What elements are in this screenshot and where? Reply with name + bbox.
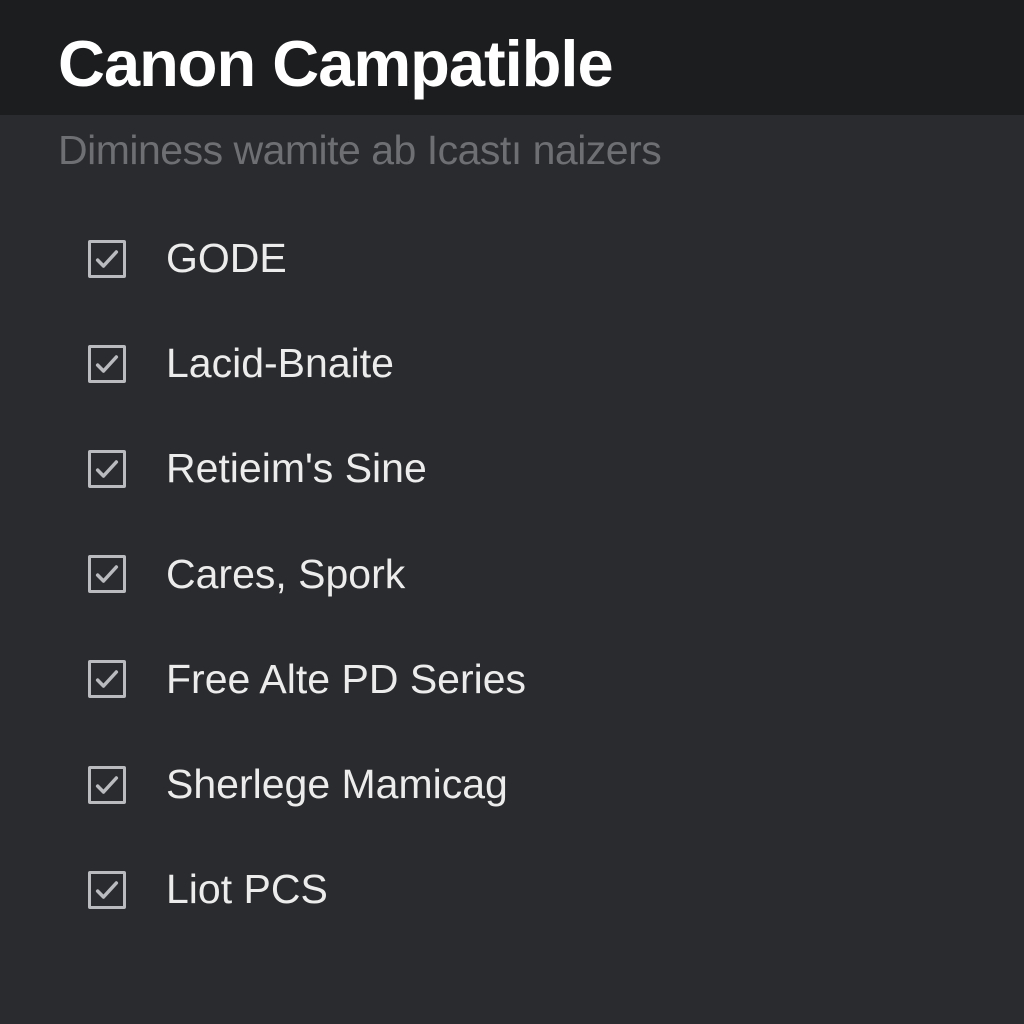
list-item: Lacid-Bnaite [88,339,966,388]
checkbox[interactable] [88,871,126,909]
item-label: GODE [166,234,287,283]
checkmark-icon [93,455,121,483]
item-label: Free Alte PD Series [166,655,526,704]
subtitle-wrap: Diminess wamite ab Icastı naizers [0,115,1024,174]
item-label: Lacid-Bnaite [166,339,394,388]
checkmark-icon [93,771,121,799]
page-title: Canon Campatible [58,28,966,100]
checkbox[interactable] [88,766,126,804]
checkmark-icon [93,665,121,693]
item-label: Cares, Spork [166,550,405,599]
checkbox[interactable] [88,240,126,278]
checkmark-icon [93,560,121,588]
checkmark-icon [93,350,121,378]
checkbox[interactable] [88,555,126,593]
checkbox[interactable] [88,450,126,488]
item-label: Liot PCS [166,865,328,914]
item-label: Sherlege Mamicag [166,760,508,809]
checkmark-icon [93,876,121,904]
list-item: Retieim's Sine [88,444,966,493]
page-subtitle: Diminess wamite ab Icastı naizers [58,127,966,174]
list-item: Liot PCS [88,865,966,914]
list-item: Sherlege Mamicag [88,760,966,809]
header-bar: Canon Campatible [0,0,1024,115]
list-item: GODE [88,234,966,283]
item-label: Retieim's Sine [166,444,427,493]
list-item: Cares, Spork [88,550,966,599]
checkbox[interactable] [88,660,126,698]
checklist: GODE Lacid-Bnaite Retieim's Sine Cares, … [0,174,1024,914]
checkbox[interactable] [88,345,126,383]
checkmark-icon [93,245,121,273]
list-item: Free Alte PD Series [88,655,966,704]
